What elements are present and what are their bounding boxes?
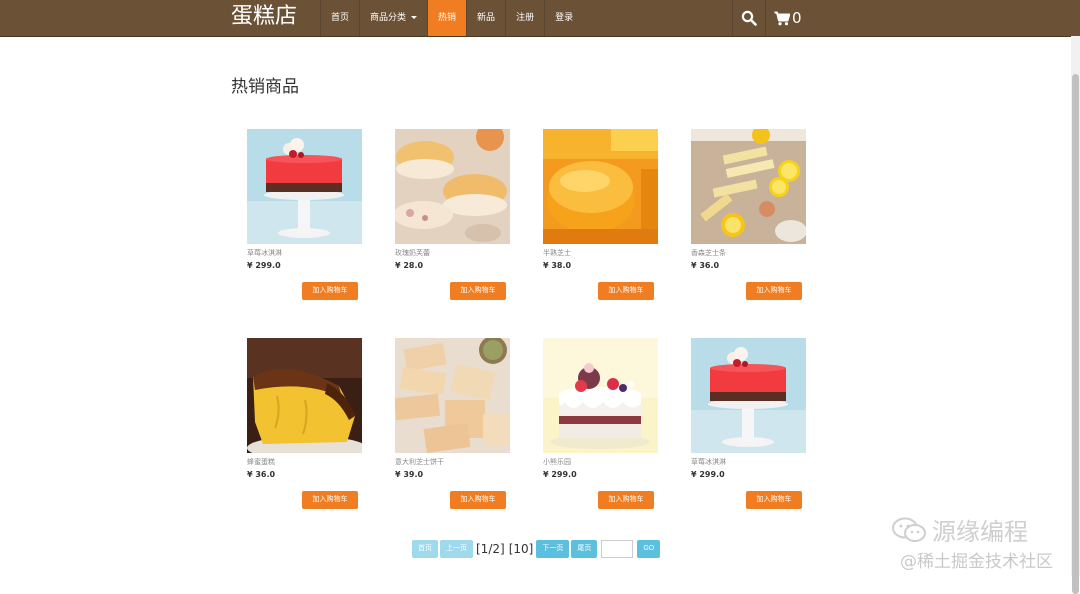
product-name[interactable]: 蜂蜜蛋糕 (247, 457, 367, 467)
product-card: 玫瑰奶芙蕾 ¥ 28.0 加入购物车 (395, 129, 515, 300)
add-to-cart-button[interactable]: 加入购物车 (302, 491, 358, 509)
add-to-cart-button[interactable]: 加入购物车 (302, 282, 358, 300)
nav-login[interactable]: 登录 (544, 0, 583, 36)
product-price: ¥ 299.0 (543, 470, 577, 479)
product-card: 香森芝士条 ¥ 36.0 加入购物车 (691, 129, 811, 300)
last-page-button[interactable]: 尾页 (571, 540, 598, 558)
product-card: 小熊乐园 ¥ 299.0 加入购物车 (543, 338, 663, 509)
product-price: ¥ 299.0 (247, 261, 281, 270)
total-count: [10] (508, 542, 534, 556)
first-page-button[interactable]: 首页 (412, 540, 438, 558)
cart-count: 0 (792, 9, 802, 27)
current-page-indicator: [1/2] (476, 542, 505, 556)
next-page-button[interactable]: 下一页 (536, 540, 570, 558)
wechat-icon (892, 517, 926, 542)
nav-login-label: 登录 (555, 13, 574, 23)
search-icon (741, 10, 757, 26)
nav-home[interactable]: 首页 (320, 0, 359, 36)
product-card: 半熟芝士 ¥ 38.0 加入购物车 (543, 129, 663, 300)
product-image-souffle-buns[interactable] (395, 129, 510, 244)
pagination: 首页 上一页 [1/2] [10] 下一页 尾页 GO (412, 540, 661, 558)
page-scrollbar[interactable] (1071, 36, 1080, 594)
product-image-cheese-biscuits[interactable] (395, 338, 510, 453)
nav-hot[interactable]: 热销 (427, 0, 467, 36)
add-to-cart-button[interactable]: 加入购物车 (746, 282, 802, 300)
product-image-strawberry-mousse-cake[interactable] (247, 129, 362, 244)
add-to-cart-button[interactable]: 加入购物车 (598, 491, 654, 509)
watermark-source: 源缘编程 (892, 512, 1028, 547)
product-name[interactable]: 香森芝士条 (691, 248, 811, 258)
cart-icon (774, 11, 790, 25)
add-to-cart-button[interactable]: 加入购物车 (450, 282, 506, 300)
nav-category-dropdown[interactable]: 商品分类 (359, 0, 427, 36)
nav-register[interactable]: 注册 (505, 0, 544, 36)
top-navbar: 蛋糕店 首页 商品分类 热销 新品 注册 登录 0 (0, 0, 1080, 37)
product-name[interactable]: 意大利芝士饼干 (395, 457, 515, 467)
product-name[interactable]: 草莓冰淇淋 (691, 457, 811, 467)
watermark-site: @稀土掘金技术社区 (900, 552, 1053, 572)
go-button[interactable]: GO (637, 540, 661, 558)
nav-category-label: 商品分类 (370, 13, 407, 23)
chevron-down-icon (411, 16, 418, 19)
product-name[interactable]: 半熟芝士 (543, 248, 663, 258)
add-to-cart-button[interactable]: 加入购物车 (746, 491, 802, 509)
product-price: ¥ 39.0 (395, 470, 424, 479)
page-title: 热销商品 (231, 77, 299, 97)
nav-new-label: 新品 (477, 13, 496, 23)
search-button[interactable] (732, 0, 765, 36)
add-to-cart-button[interactable]: 加入购物车 (598, 282, 654, 300)
product-name[interactable]: 玫瑰奶芙蕾 (395, 248, 515, 258)
nav-register-label: 注册 (516, 13, 535, 23)
product-price: ¥ 28.0 (395, 261, 424, 270)
product-card: 草莓冰淇淋 ¥ 299.0 加入购物车 (247, 129, 367, 300)
site-brand[interactable]: 蛋糕店 (231, 3, 297, 31)
product-name[interactable]: 小熊乐园 (543, 457, 663, 467)
scrollbar-thumb[interactable] (1072, 74, 1079, 594)
product-image-half-baked-cheesecake[interactable] (543, 129, 658, 244)
nav-actions: 0 (732, 0, 810, 36)
product-price: ¥ 36.0 (247, 470, 276, 479)
product-card: 草莓冰淇淋 ¥ 299.0 加入购物车 (691, 338, 811, 509)
main-nav: 首页 商品分类 热销 新品 注册 登录 (320, 0, 583, 36)
watermark-text: 源缘编程 (932, 518, 1028, 546)
product-image-lemon-cheese-bars[interactable] (691, 129, 806, 244)
product-image-strawberry-mousse-cake[interactable] (691, 338, 806, 453)
product-price: ¥ 38.0 (543, 261, 572, 270)
product-card: 蜂蜜蛋糕 ¥ 36.0 加入购物车 (247, 338, 367, 509)
product-image-chocolate-sponge-cake[interactable] (247, 338, 362, 453)
nav-hot-label: 热销 (438, 13, 457, 23)
nav-home-label: 首页 (331, 13, 350, 23)
cart-button[interactable]: 0 (765, 0, 810, 36)
nav-new[interactable]: 新品 (466, 0, 505, 36)
product-name[interactable]: 草莓冰淇淋 (247, 248, 367, 258)
product-card: 意大利芝士饼干 ¥ 39.0 加入购物车 (395, 338, 515, 509)
prev-page-button[interactable]: 上一页 (440, 540, 473, 558)
page-number-input[interactable] (601, 540, 634, 558)
product-price: ¥ 299.0 (691, 470, 725, 479)
product-image-berry-cream-cake[interactable] (543, 338, 658, 453)
add-to-cart-button[interactable]: 加入购物车 (450, 491, 506, 509)
product-price: ¥ 36.0 (691, 261, 720, 270)
